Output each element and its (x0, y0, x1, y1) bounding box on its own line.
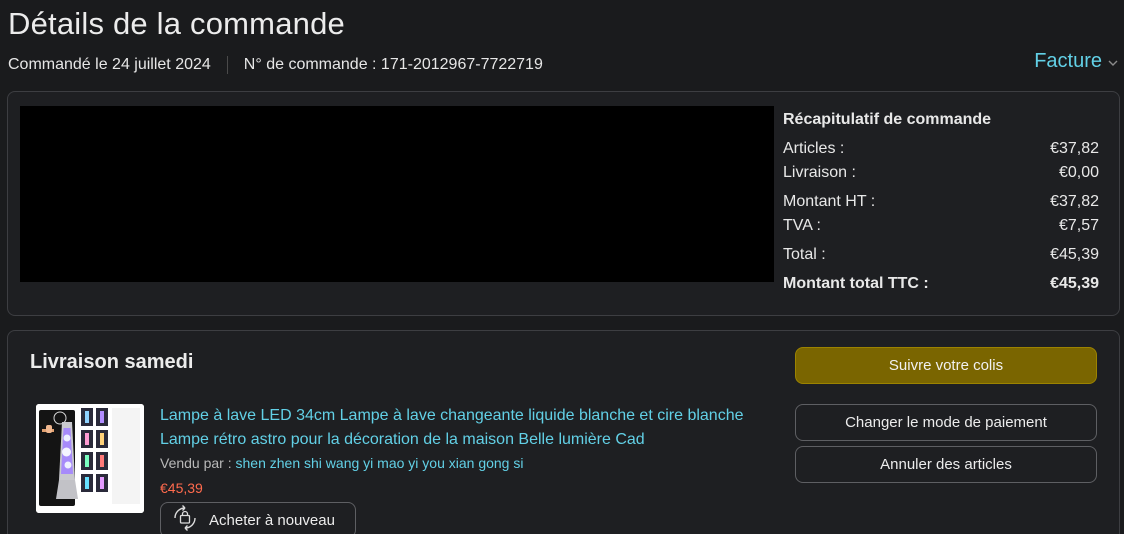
buy-again-label: Acheter à nouveau (209, 511, 335, 529)
summary-row-shipping: Livraison : €0,00 (783, 161, 1099, 185)
invoice-dropdown[interactable]: Facture (1034, 50, 1118, 73)
summary-value: €37,82 (1050, 140, 1099, 157)
summary-label: Articles : (783, 140, 845, 157)
order-number: N° de commande : 171-2012967-7722719 (243, 56, 543, 73)
summary-value: €45,39 (1050, 246, 1099, 263)
redacted-address-block (20, 106, 774, 282)
sold-by-label: Vendu par : (160, 455, 232, 471)
summary-row-vat: TVA : €7,57 (783, 214, 1099, 238)
order-date: Commandé le 24 juillet 2024 (8, 56, 211, 73)
seller-link[interactable]: shen zhen shi wang yi mao yi you xian go… (236, 455, 524, 471)
track-package-button[interactable]: Suivre votre colis (795, 347, 1097, 384)
product-price: €45,39 (160, 480, 203, 496)
reorder-icon (170, 503, 200, 534)
seller-line: Vendu par : shen zhen shi wang yi mao yi… (160, 455, 523, 471)
summary-label: Montant total TTC : (783, 275, 929, 292)
summary-heading: Récapitulatif de commande (783, 111, 992, 128)
order-summary: Récapitulatif de commande Articles : €37… (783, 111, 1099, 296)
delivery-title: Livraison samedi (30, 351, 194, 373)
buy-again-button[interactable]: Acheter à nouveau (160, 502, 356, 534)
cancel-items-button[interactable]: Annuler des articles (795, 446, 1097, 483)
order-details-page: Détails de la commande Commandé le 24 ju… (0, 0, 1124, 534)
summary-row-total: Total : €45,39 (783, 243, 1099, 267)
summary-row-articles: Articles : €37,82 (783, 137, 1099, 161)
summary-label: TVA : (783, 217, 821, 234)
summary-value: €37,82 (1050, 193, 1099, 210)
invoice-label: Facture (1034, 50, 1102, 72)
summary-value: €0,00 (1058, 164, 1099, 181)
delivery-card: Livraison samedi Lampe à lave LED 34cm L… (7, 330, 1120, 534)
summary-row-grand-total: Montant total TTC : €45,39 (783, 272, 1099, 296)
product-thumbnail[interactable] (36, 404, 144, 513)
order-summary-card: Récapitulatif de commande Articles : €37… (7, 91, 1120, 316)
chevron-down-icon (1108, 54, 1118, 72)
summary-row-subtotal: Montant HT : €37,82 (783, 190, 1099, 214)
order-meta: Commandé le 24 juillet 2024 N° de comman… (8, 55, 543, 75)
summary-value: €7,57 (1058, 217, 1099, 234)
change-payment-button[interactable]: Changer le mode de paiement (795, 404, 1097, 441)
meta-divider (226, 56, 228, 74)
summary-label: Total : (783, 246, 826, 263)
summary-value: €45,39 (1050, 275, 1099, 292)
product-title-link[interactable]: Lampe à lave LED 34cm Lampe à lave chang… (160, 404, 780, 452)
page-title: Détails de la commande (8, 6, 345, 41)
summary-label: Montant HT : (783, 193, 876, 210)
summary-label: Livraison : (783, 164, 856, 181)
